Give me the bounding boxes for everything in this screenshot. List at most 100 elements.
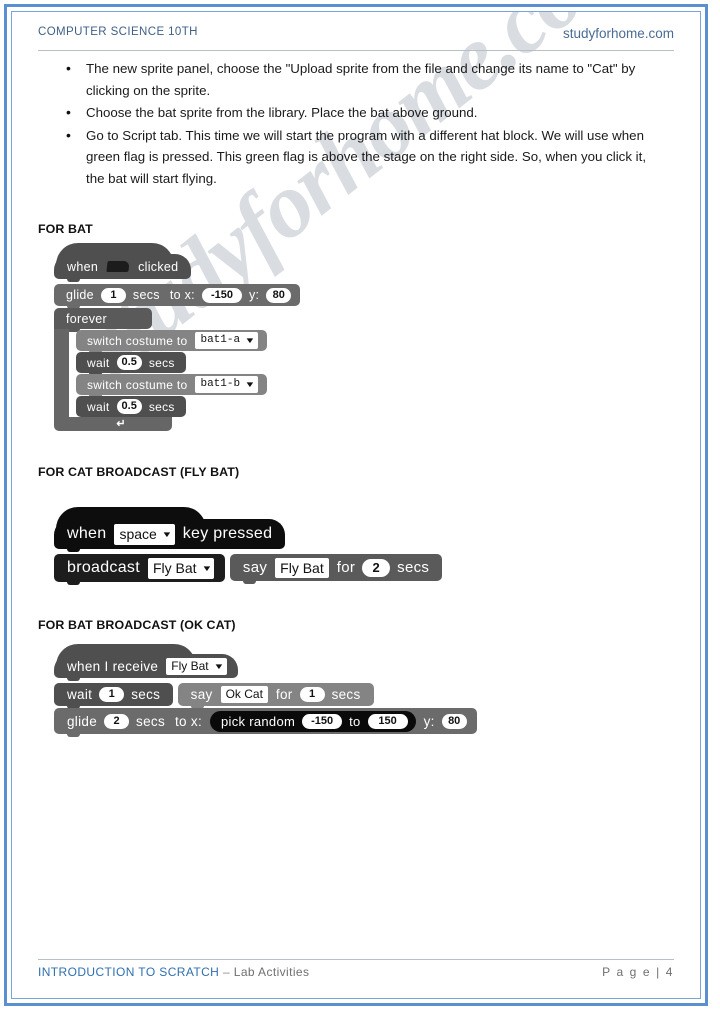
list-item: Choose the bat sprite from the library. … [66, 102, 680, 124]
dropdown-key-space[interactable]: space ▼ [114, 523, 175, 545]
dropdown-message-fly-bat[interactable]: Fly Bat ▼ [166, 657, 227, 675]
block-when-key-pressed[interactable]: when space ▼ key pressed [54, 519, 286, 552]
forever-body: switch costume to bat1-a ▼ wait 0.5 secs [76, 329, 316, 420]
input-say-secs[interactable]: 2 [362, 558, 391, 577]
dropdown-value: Fly Bat [171, 658, 209, 673]
dropdown-value: space [119, 525, 157, 542]
dropdown-costume-bat1-a[interactable]: bat1-a ▼ [195, 332, 258, 349]
block-wait-1[interactable]: wait 0.5 secs [76, 352, 186, 376]
chevron-down-icon: ▼ [244, 336, 256, 345]
section-heading-for-bat: FOR BAT [38, 222, 93, 236]
script-for-bat: when clicked glide 1 secs to x: -150 y: … [54, 243, 680, 431]
loop-arrow-icon: ↵ [116, 417, 126, 430]
block-broadcast[interactable]: broadcast Fly Bat ▼ [54, 554, 226, 585]
script-bat-broadcast: when I receive Fly Bat ▼ wait 1 secs say… [54, 644, 680, 737]
footer-subtitle: Lab Activities [233, 965, 310, 979]
block-label-broadcast: broadcast [67, 559, 140, 576]
script-cat-broadcast: when space ▼ key pressed broadcast Fly B… [54, 507, 680, 585]
dropdown-value: bat1-b [200, 378, 241, 390]
input-glide-y[interactable]: 80 [441, 713, 467, 729]
chevron-down-icon: ▼ [244, 380, 256, 389]
page-header: COMPUTER SCIENCE 10TH studyforhome.com [38, 26, 674, 51]
block-label-clicked: clicked [138, 259, 179, 274]
block-label-for: for [336, 559, 356, 576]
input-glide-x[interactable]: -150 [201, 287, 242, 303]
reporter-label-pick-random: pick random [221, 713, 296, 729]
page-content: The new sprite panel, choose the "Upload… [38, 58, 680, 737]
list-item: The new sprite panel, choose the "Upload… [66, 58, 680, 101]
block-label-to-x: to x: [169, 288, 195, 302]
input-random-from[interactable]: -150 [302, 713, 343, 729]
input-glide-secs[interactable]: 1 [100, 287, 126, 303]
block-when-i-receive[interactable]: when I receive Fly Bat ▼ [54, 654, 238, 681]
input-say-message[interactable]: Fly Bat [275, 557, 329, 578]
block-label-key-pressed: key pressed [182, 525, 273, 542]
block-label-wait: wait [87, 355, 110, 370]
section-heading-for-cat-broadcast: FOR CAT BROADCAST (FLY BAT) [38, 465, 240, 479]
block-glide-pick-random[interactable]: glide 2 secs to x: pick random -150 to 1… [54, 708, 477, 737]
block-label-secs: secs [397, 559, 430, 576]
dropdown-message-fly-bat[interactable]: Fly Bat ▼ [147, 557, 215, 579]
block-label-switch-costume: switch costume to [87, 377, 188, 392]
input-glide-secs[interactable]: 2 [104, 713, 130, 729]
block-forever[interactable]: forever switch costume to bat1-a ▼ wait … [54, 308, 316, 431]
green-flag-icon [106, 261, 130, 272]
dropdown-costume-bat1-b[interactable]: bat1-b ▼ [195, 376, 258, 393]
forever-foot: ↵ [54, 417, 172, 431]
block-switch-costume-1[interactable]: switch costume to bat1-a ▼ [76, 330, 267, 354]
input-glide-y[interactable]: 80 [266, 287, 292, 303]
block-label-say: say [242, 559, 268, 576]
block-label-when: when [67, 259, 99, 274]
block-when-flag-clicked[interactable]: when clicked [54, 254, 192, 282]
section-heading-for-bat-broadcast: FOR BAT BROADCAST (OK CAT) [38, 618, 236, 632]
block-label-secs: secs [148, 355, 175, 370]
block-say-for-secs[interactable]: say Fly Bat for 2 secs [229, 554, 443, 584]
block-label-secs: secs [331, 687, 361, 702]
forever-left-spine [54, 329, 69, 417]
block-label-y: y: [248, 288, 260, 302]
page-frame-inner: studyforhome.com COMPUTER SCIENCE 10TH s… [11, 11, 701, 999]
footer-page-number: P a g e | 4 [602, 965, 674, 979]
chevron-down-icon: ▼ [200, 563, 213, 573]
block-label-when: when [67, 525, 107, 542]
block-label-secs: secs [131, 687, 161, 702]
input-say-message[interactable]: Ok Cat [220, 686, 268, 703]
footer-dash: – [222, 965, 231, 979]
block-say-for-secs[interactable]: say Ok Cat for 1 secs [177, 683, 374, 709]
block-label-when-i-receive: when I receive [67, 658, 159, 674]
instruction-bullet-list: The new sprite panel, choose the "Upload… [38, 58, 680, 189]
input-say-secs[interactable]: 1 [299, 687, 325, 702]
block-forever-header[interactable]: forever [54, 308, 152, 332]
reporter-label-to: to [349, 713, 361, 729]
block-label-wait: wait [87, 399, 110, 414]
reporter-pick-random[interactable]: pick random -150 to 150 [210, 710, 416, 732]
block-label-secs: secs [132, 288, 160, 302]
input-wait-secs[interactable]: 0.5 [116, 355, 142, 370]
chevron-down-icon: ▼ [213, 661, 225, 671]
footer-title: INTRODUCTION TO SCRATCH [38, 965, 220, 979]
dropdown-value: Fly Bat [152, 559, 197, 576]
block-label-wait: wait [67, 687, 93, 702]
header-subject-title: COMPUTER SCIENCE 10TH [38, 26, 198, 38]
block-switch-costume-2[interactable]: switch costume to bat1-b ▼ [76, 374, 267, 398]
block-label-secs: secs [148, 399, 175, 414]
input-wait-secs[interactable]: 1 [99, 687, 125, 702]
block-glide-to-xy[interactable]: glide 1 secs to x: -150 y: 80 [54, 284, 301, 309]
page-footer: INTRODUCTION TO SCRATCH – Lab Activities… [38, 959, 674, 984]
block-wait-secs[interactable]: wait 1 secs [54, 683, 174, 709]
dropdown-value: bat1-a [200, 334, 241, 346]
block-wait-2[interactable]: wait 0.5 secs [76, 396, 186, 420]
block-label-glide: glide [66, 288, 94, 302]
list-item: Go to Script tab. This time we will star… [66, 125, 680, 190]
block-label-for: for [275, 687, 293, 702]
block-label-say: say [190, 687, 213, 702]
header-site-link[interactable]: studyforhome.com [563, 26, 674, 41]
footer-chapter-label: INTRODUCTION TO SCRATCH – Lab Activities [38, 965, 309, 979]
block-label-y: y: [423, 713, 435, 729]
block-label-glide: glide [67, 713, 98, 729]
page-frame-outer: studyforhome.com COMPUTER SCIENCE 10TH s… [4, 4, 708, 1006]
block-label-to-x: to x: [175, 713, 203, 729]
block-label-forever: forever [66, 311, 108, 326]
input-random-to[interactable]: 150 [367, 713, 408, 729]
input-wait-secs[interactable]: 0.5 [116, 399, 142, 414]
